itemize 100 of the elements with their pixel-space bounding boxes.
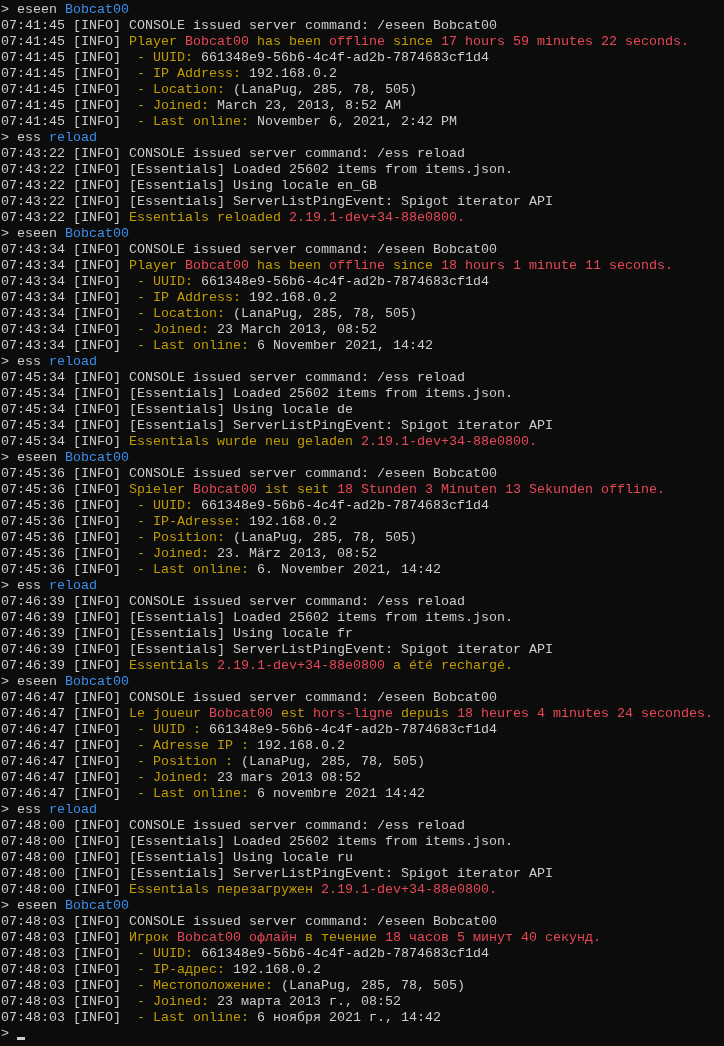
console-text: 661348e9-56b6-4c4f-ad2b-7874683cf1d4 — [200, 274, 489, 290]
console-text: 07:45:36 [INFO] — [1, 546, 122, 562]
console-text: 661348e9-56b6-4c4f-ad2b-7874683cf1d4 — [200, 946, 489, 962]
console-text: November 6, 2021, 2:42 PM — [256, 114, 457, 130]
console-text: (LanaPug, 285, 78, 505) — [232, 306, 417, 322]
console-text: 07:45:36 [INFO] — [1, 530, 122, 546]
console-text: 07:45:34 [INFO] [Essentials] Loaded 25602 items from items.json. — [1, 386, 513, 402]
console-text: Bobcat00 — [185, 258, 249, 274]
console-text: 07:43:34 [INFO] — [1, 258, 122, 274]
console-text: 07:46:47 [INFO] — [1, 738, 122, 754]
console-text: - Joined: — [135, 994, 210, 1010]
console-text: > ess — [1, 354, 42, 370]
console-text: 07:48:00 [INFO] CONSOLE issued server command: /ess reload — [1, 818, 465, 834]
console-text: 661348e9-56b6-4c4f-ad2b-7874683cf1d4 — [200, 50, 489, 66]
console-text: 07:48:03 [INFO] — [1, 978, 122, 994]
console-text: 07:41:45 [INFO] — [1, 114, 122, 130]
console-text: 07:45:36 [INFO] — [1, 498, 122, 514]
console-text: 17 hours 59 minutes 22 seconds. — [440, 34, 689, 50]
console-text: 07:48:03 [INFO] CONSOLE issued server command: /eseen Bobcat00 — [1, 914, 497, 930]
console-text: 07:48:03 [INFO] — [1, 946, 122, 962]
console-text: 6 November 2021, 14:42 — [256, 338, 433, 354]
console-text: 07:41:45 [INFO] — [1, 82, 122, 98]
console-text: 07:43:34 [INFO] — [1, 274, 122, 290]
console-text: reload — [49, 130, 97, 146]
console-text: 07:41:45 [INFO] — [1, 98, 122, 114]
console-text: - Last online: — [135, 786, 250, 802]
console-text: Bobcat00 — [65, 898, 129, 914]
console-text: reload — [49, 354, 97, 370]
console-text: 07:46:47 [INFO] — [1, 770, 122, 786]
console-text: - Joined: — [135, 546, 210, 562]
console-text: > ess — [1, 578, 42, 594]
console-text: > eseen — [1, 674, 58, 690]
console-text: 07:45:36 [INFO] — [1, 562, 122, 578]
console-text: 07:46:47 [INFO] — [1, 786, 122, 802]
console-text: 07:43:22 [INFO] — [1, 210, 122, 226]
console-text: 192.168.0.2 — [248, 66, 337, 82]
console-text: 07:45:34 [INFO] — [1, 434, 122, 450]
console-text: 23. März 2013, 08:52 — [216, 546, 377, 562]
console-text: Bobcat00 — [65, 226, 129, 242]
console-text: - UUID : — [135, 722, 202, 738]
console-text: 07:43:22 [INFO] CONSOLE issued server command: /ess reload — [1, 146, 465, 162]
console-text: Игрок — [129, 930, 170, 946]
console-text: 2.19.1-dev+34-88e0800 — [216, 658, 385, 674]
console-text: reload — [49, 578, 97, 594]
console-text: 192.168.0.2 — [248, 290, 337, 306]
console-text: - IP-адрес: — [135, 962, 226, 978]
text-cursor — [17, 1037, 25, 1040]
console-text: 07:46:39 [INFO] — [1, 658, 122, 674]
console-text: Bobcat00 офлайн — [177, 930, 297, 946]
console-text: 07:41:45 [INFO] — [1, 34, 122, 50]
console-text: - Last online: — [135, 338, 250, 354]
console-text: Essentials reloaded — [129, 210, 282, 226]
console-text: 23 марта 2013 г., 08:52 — [216, 994, 401, 1010]
console-text: 07:48:03 [INFO] — [1, 930, 122, 946]
console-text: 07:48:00 [INFO] [Essentials] ServerListPingEvent: Spigot iterator API — [1, 866, 553, 882]
console-text: 07:46:47 [INFO] — [1, 706, 122, 722]
console-text: (LanaPug, 285, 78, 505) — [232, 82, 417, 98]
console-text: - Location: — [135, 82, 226, 98]
console-text: > eseen — [1, 450, 58, 466]
console-text: 661348e9-56b6-4c4f-ad2b-7874683cf1d4 — [200, 498, 489, 514]
console-text: 07:48:00 [INFO] [Essentials] Loaded 25602 items from items.json. — [1, 834, 513, 850]
console-text: 07:46:39 [INFO] [Essentials] Loaded 25602 items from items.json. — [1, 610, 513, 626]
console-text: - Position : — [135, 754, 234, 770]
console-text: (LanaPug, 285, 78, 505) — [240, 754, 425, 770]
console-text: 07:45:34 [INFO] CONSOLE issued server command: /ess reload — [1, 370, 465, 386]
console-text: 07:45:36 [INFO] CONSOLE issued server command: /eseen Bobcat00 — [1, 466, 497, 482]
console-text: - Adresse IP : — [135, 738, 250, 754]
console-text: 07:43:34 [INFO] — [1, 338, 122, 354]
console-text: 6 ноября 2021 г., 14:42 — [256, 1010, 441, 1026]
console-text: 07:43:22 [INFO] [Essentials] Loaded 25602 items from items.json. — [1, 162, 513, 178]
console-text: 07:48:00 [INFO] [Essentials] Using locale ru — [1, 850, 353, 866]
console-text: 07:41:45 [INFO] — [1, 66, 122, 82]
console-text: 07:46:47 [INFO] — [1, 722, 122, 738]
console-text: 192.168.0.2 — [256, 738, 345, 754]
console-text: 2.19.1-dev+34-88e0800. — [288, 210, 465, 226]
console-text: Player — [129, 258, 178, 274]
console-text: 18 часов 5 минут 40 секунд. — [384, 930, 601, 946]
console-text: Bobcat00 — [65, 450, 129, 466]
console-text: 18 Stunden 3 Minuten 13 Sekunden offline. — [336, 482, 665, 498]
console-text: 07:46:39 [INFO] CONSOLE issued server command: /ess reload — [1, 594, 465, 610]
console-text: Essentials wurde neu geladen — [129, 434, 354, 450]
console-text: 07:48:00 [INFO] — [1, 882, 122, 898]
console-text: 661348e9-56b6-4c4f-ad2b-7874683cf1d4 — [208, 722, 497, 738]
prompt-text: > — [1, 1026, 9, 1042]
console-text: 07:45:36 [INFO] — [1, 482, 122, 498]
console-text: reload — [49, 802, 97, 818]
console-text: 07:43:34 [INFO] — [1, 290, 122, 306]
console-text: 07:46:47 [INFO] CONSOLE issued server command: /eseen Bobcat00 — [1, 690, 497, 706]
console-text: 18 hours 1 minute 11 seconds. — [440, 258, 673, 274]
console-text: 18 heures 4 minutes 24 secondes. — [456, 706, 713, 722]
console-text: since — [391, 258, 434, 274]
console-text: - Местоположение: — [135, 978, 274, 994]
console-text: Essentials перезагружен — [129, 882, 314, 898]
console-text: 07:43:34 [INFO] CONSOLE issued server command: /eseen Bobcat00 — [1, 242, 497, 258]
console-text: Spieler — [129, 482, 186, 498]
console-text: Bobcat00 — [208, 706, 273, 722]
console-text: 2.19.1-dev+34-88e0800. — [320, 882, 497, 898]
console-text: 6 novembre 2021 14:42 — [256, 786, 425, 802]
console-text: hors-ligne — [312, 706, 393, 722]
console-text: - Joined: — [135, 322, 210, 338]
